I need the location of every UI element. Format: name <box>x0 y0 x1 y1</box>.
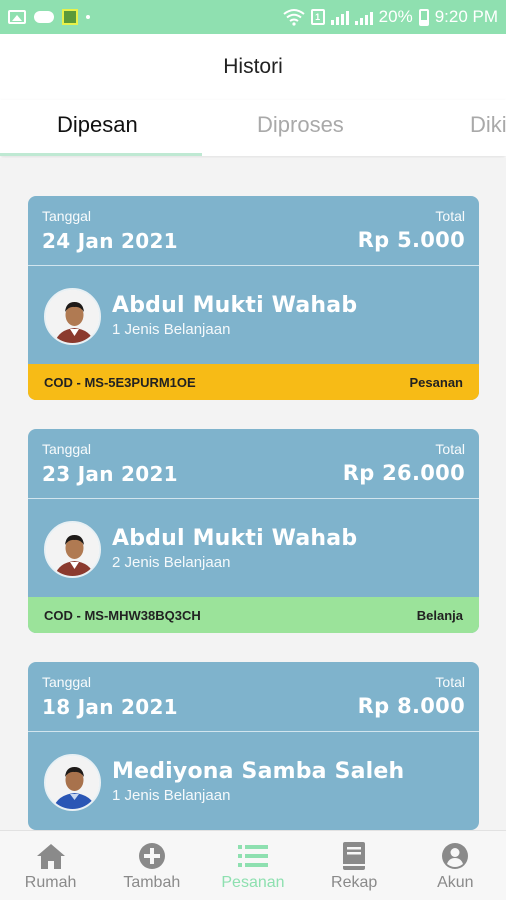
add-circle-icon <box>135 841 169 871</box>
nav-label: Tambah <box>123 874 181 891</box>
order-card-customer: Abdul Mukti Wahab 1 Jenis Belanjaan <box>28 266 479 364</box>
order-status-bar: COD - MS-5E3PURM1OE Pesanan <box>28 364 479 400</box>
item-count: 2 Jenis Belanjaan <box>112 554 231 571</box>
nav-label: Rekap <box>331 874 378 891</box>
tab-indicator <box>0 153 202 156</box>
app-header: Histori <box>0 34 506 100</box>
order-total: Rp 5.000 <box>357 228 465 252</box>
order-date: 23 Jan 2021 <box>42 462 178 486</box>
page-title: Histori <box>223 55 283 78</box>
clock: 9:20 PM <box>434 7 498 26</box>
order-card[interactable]: Tanggal Total 24 Jan 2021 Rp 5.000 Abdul… <box>28 196 479 400</box>
home-icon <box>34 841 68 871</box>
customer-name: Mediyona Samba Saleh <box>112 759 405 784</box>
order-code: COD - MS-MHW38BQ3CH <box>44 607 201 623</box>
tab-bar: Dipesan Diproses Dikirim <box>0 100 506 156</box>
wifi-icon <box>283 9 305 26</box>
status-badge: Belanja <box>416 607 463 623</box>
total-label: Total <box>435 674 465 690</box>
gallery-notification-icon <box>8 10 26 24</box>
nav-rumah[interactable]: Rumah <box>0 831 101 900</box>
status-left <box>8 9 90 25</box>
order-code: COD - MS-5E3PURM1OE <box>44 374 196 390</box>
nav-label: Pesanan <box>221 874 285 891</box>
nav-tambah[interactable]: Tambah <box>101 831 202 900</box>
avatar <box>44 288 101 345</box>
cloud-icon <box>34 11 54 23</box>
tab-dikirim[interactable]: Dikirim <box>470 112 506 138</box>
order-card-header: Tanggal Total 23 Jan 2021 Rp 26.000 <box>28 429 479 499</box>
signal-icon <box>330 9 349 25</box>
customer-name: Abdul Mukti Wahab <box>112 293 358 318</box>
order-total: Rp 26.000 <box>342 461 465 485</box>
tab-dipesan[interactable]: Dipesan <box>57 112 138 138</box>
battery-icon <box>418 8 429 26</box>
order-card-header: Tanggal Total 18 Jan 2021 Rp 8.000 <box>28 662 479 732</box>
order-card-header: Tanggal Total 24 Jan 2021 Rp 5.000 <box>28 196 479 266</box>
more-notifications-dot-icon <box>86 15 90 19</box>
app-notification-icon <box>62 9 78 25</box>
status-bar: 1 20% 9:20 PM <box>0 0 506 34</box>
signal-secondary-icon <box>354 9 373 25</box>
order-date: 18 Jan 2021 <box>42 695 178 719</box>
sim-icon: 1 <box>310 9 325 25</box>
total-label: Total <box>435 441 465 457</box>
date-label: Tanggal <box>42 674 92 690</box>
order-card[interactable]: Tanggal Total 23 Jan 2021 Rp 26.000 Abdu… <box>28 429 479 633</box>
order-date: 24 Jan 2021 <box>42 229 178 253</box>
status-right: 1 20% 9:20 PM <box>283 7 498 27</box>
list-icon <box>236 841 270 871</box>
order-card[interactable]: Tanggal Total 18 Jan 2021 Rp 8.000 Mediy… <box>28 662 479 830</box>
nav-label: Rumah <box>24 874 77 891</box>
nav-akun[interactable]: Akun <box>405 831 506 900</box>
date-label: Tanggal <box>42 208 92 224</box>
bottom-navigation: Rumah Tambah Pesanan Rekap Akun <box>0 830 506 900</box>
book-icon <box>337 841 371 871</box>
date-label: Tanggal <box>42 441 92 457</box>
nav-label: Akun <box>437 874 474 891</box>
avatar <box>44 754 101 811</box>
total-label: Total <box>435 208 465 224</box>
order-card-customer: Mediyona Samba Saleh 1 Jenis Belanjaan <box>28 732 479 830</box>
avatar <box>44 521 101 578</box>
account-icon <box>438 841 472 871</box>
nav-rekap[interactable]: Rekap <box>304 831 405 900</box>
item-count: 1 Jenis Belanjaan <box>112 321 231 338</box>
order-card-customer: Abdul Mukti Wahab 2 Jenis Belanjaan <box>28 499 479 597</box>
customer-name: Abdul Mukti Wahab <box>112 526 358 551</box>
order-status-bar: COD - MS-MHW38BQ3CH Belanja <box>28 597 479 633</box>
item-count: 1 Jenis Belanjaan <box>112 787 231 804</box>
order-list[interactable]: Tanggal Total 24 Jan 2021 Rp 5.000 Abdul… <box>0 158 506 830</box>
order-total: Rp 8.000 <box>357 694 465 718</box>
battery-percent: 20% <box>378 7 413 26</box>
tab-diproses[interactable]: Diproses <box>257 112 344 138</box>
nav-pesanan[interactable]: Pesanan <box>202 831 303 900</box>
status-badge: Pesanan <box>409 374 463 390</box>
